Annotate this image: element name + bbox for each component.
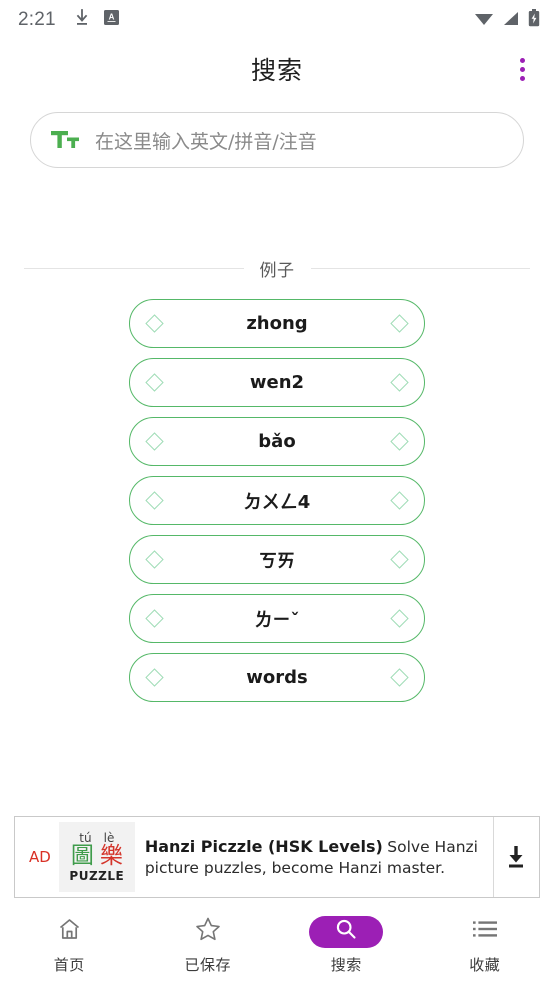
status-right-icons <box>474 8 540 32</box>
ad-icon-hanzi: 圖 樂 <box>71 845 123 868</box>
ad-icon-word: PUZZLE <box>69 869 125 883</box>
example-chip-label: ㄌㄧˇ <box>254 609 300 631</box>
example-chip-words[interactable]: words <box>129 653 425 702</box>
ad-title: Hanzi Piczzle (HSK Levels) <box>144 836 383 856</box>
diamond-icon <box>390 491 409 510</box>
ad-banner[interactable]: AD tú lè 圖 樂 PUZZLE Hanzi Piczzle (HSK L… <box>14 816 540 898</box>
example-chip-bao[interactable]: bǎo <box>129 417 425 466</box>
example-chip-label: bǎo <box>258 431 296 452</box>
example-chip-label: ㄎㄞ <box>259 550 295 572</box>
nav-label-collection: 收藏 <box>469 955 501 974</box>
search-icon <box>334 917 358 946</box>
divider-line-right <box>310 268 530 269</box>
diamond-icon <box>390 550 409 569</box>
search-input[interactable]: 在这里输入英文/拼音/注音 <box>30 112 524 168</box>
diamond-icon <box>390 314 409 333</box>
list-icon <box>472 918 498 945</box>
ad-download-icon[interactable] <box>493 817 537 897</box>
example-chip-label: ㄉㄨㄥ4 <box>243 491 311 513</box>
nav-icon-box <box>32 916 106 948</box>
bottom-navigation: 首页 已保存 搜索 收藏 <box>0 906 554 984</box>
star-icon <box>195 916 221 947</box>
home-icon <box>57 917 82 947</box>
example-chip-label: wen2 <box>249 372 305 393</box>
overflow-dot <box>519 66 525 72</box>
app-badge-icon: A <box>103 10 119 30</box>
nav-item-saved[interactable]: 已保存 <box>139 906 278 984</box>
nav-item-search[interactable]: 搜索 <box>277 906 416 984</box>
example-chip-label: words <box>246 667 308 688</box>
example-chip-kai[interactable]: ㄎㄞ <box>129 535 425 584</box>
nav-label-search: 搜索 <box>330 955 362 974</box>
diamond-icon <box>390 432 409 451</box>
example-chip-li3[interactable]: ㄌㄧˇ <box>129 594 425 643</box>
search-input-placeholder: 在这里输入英文/拼音/注音 <box>95 130 317 153</box>
ad-icon-hanzi-left: 圖 <box>70 843 94 869</box>
page-title: 搜索 <box>250 56 303 85</box>
nav-item-collection[interactable]: 收藏 <box>416 906 554 984</box>
ad-icon-hanzi-right: 樂 <box>99 843 123 869</box>
wifi-icon <box>474 10 494 31</box>
download-icon <box>74 8 90 32</box>
examples-section: 例子 zhong wen2 bǎo ㄉㄨㄥ4 ㄎㄞ ㄌㄧˇ words <box>0 168 554 816</box>
examples-divider: 例子 <box>24 256 530 281</box>
diamond-icon <box>390 609 409 628</box>
status-bar: 2:21 A <box>0 0 554 40</box>
example-chip-zhong[interactable]: zhong <box>129 299 425 348</box>
search-bar-container: 在这里输入英文/拼音/注音 <box>0 98 554 168</box>
signal-icon <box>502 10 520 31</box>
svg-text:A: A <box>108 13 114 22</box>
nav-item-home[interactable]: 首页 <box>0 906 139 984</box>
status-clock: 2:21 <box>18 9 56 30</box>
divider-line-left <box>24 268 244 269</box>
ad-app-icon: tú lè 圖 樂 PUZZLE <box>58 822 135 892</box>
example-chip-wen2[interactable]: wen2 <box>129 358 425 407</box>
example-list: zhong wen2 bǎo ㄉㄨㄥ4 ㄎㄞ ㄌㄧˇ words <box>24 299 530 702</box>
app-root: 2:21 A 搜索 在这里输入英文/拼音/注音 例子 zhong wen2 bǎ… <box>0 0 554 984</box>
text-format-icon <box>51 128 81 152</box>
nav-icon-box-active <box>309 915 384 948</box>
more-vertical-icon[interactable] <box>504 51 540 87</box>
nav-label-saved: 已保存 <box>184 955 231 974</box>
nav-label-home: 首页 <box>53 955 85 974</box>
diamond-icon <box>390 668 409 687</box>
nav-icon-box <box>171 916 245 948</box>
ad-label: AD <box>29 848 51 866</box>
diamond-icon <box>390 373 409 392</box>
app-bar: 搜索 <box>0 40 554 98</box>
status-left-icons: A <box>74 8 119 32</box>
example-chip-dong4[interactable]: ㄉㄨㄥ4 <box>129 476 425 525</box>
overflow-dot <box>519 57 525 63</box>
nav-icon-box <box>448 916 522 948</box>
example-chip-label: zhong <box>246 313 308 334</box>
examples-section-label: 例子 <box>259 261 295 281</box>
ad-text-block: Hanzi Piczzle (HSK Levels) Solve Hanzi p… <box>135 836 493 879</box>
battery-charging-icon <box>528 8 540 32</box>
overflow-dot <box>519 75 525 81</box>
